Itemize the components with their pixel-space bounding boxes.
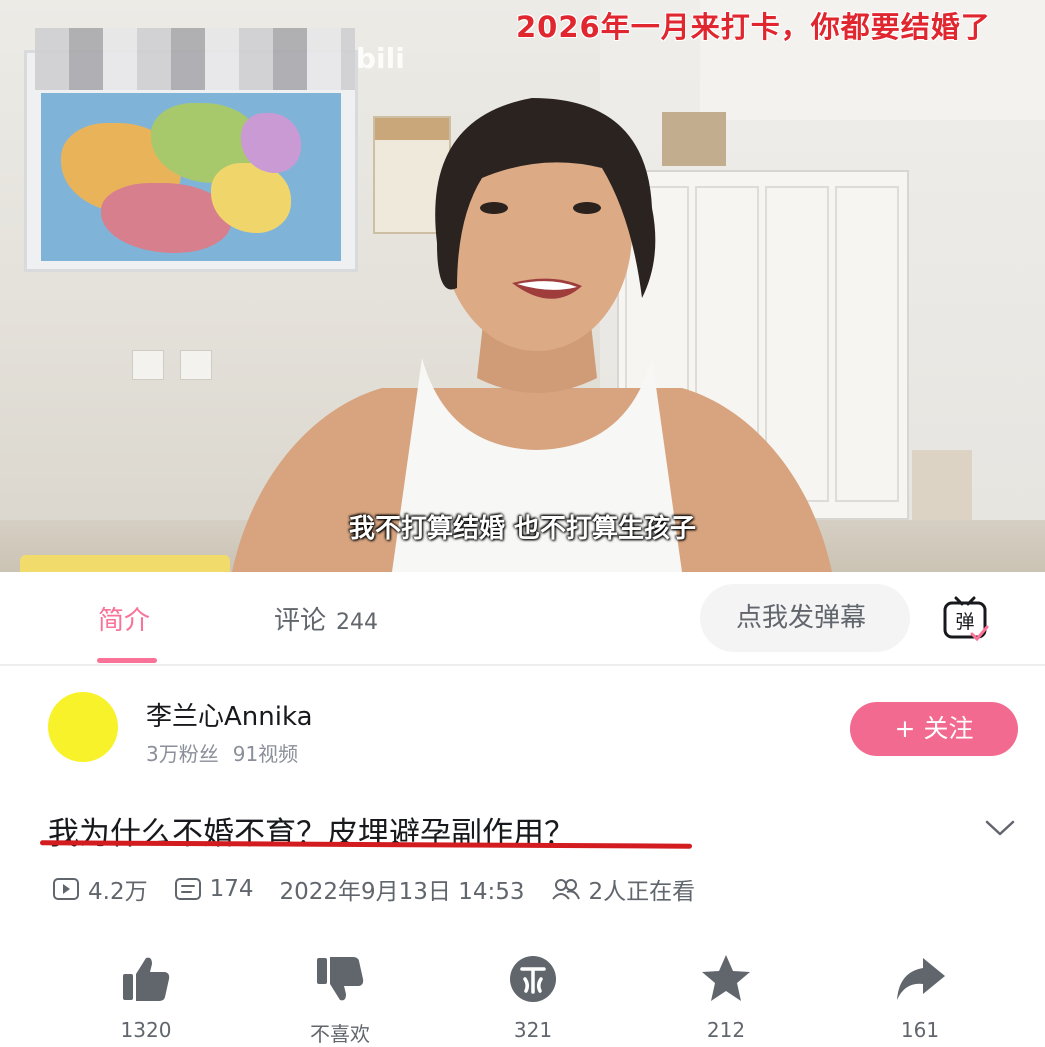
active-tab-indicator: [97, 658, 157, 663]
share-arrow-icon: [897, 958, 945, 1000]
like-count: 1320: [120, 1018, 172, 1042]
tab-intro[interactable]: 简介: [98, 600, 150, 637]
like-button[interactable]: 1320: [86, 952, 206, 1042]
tab-comments[interactable]: 评论 244: [274, 600, 378, 637]
comment-count: 244: [336, 610, 379, 635]
wall-outlet: [180, 350, 212, 380]
favorite-button[interactable]: 212: [666, 952, 786, 1042]
watching-count: 2人正在看: [588, 879, 696, 905]
dislike-label: 不喜欢: [310, 1022, 370, 1046]
star-icon: [702, 955, 750, 1001]
coin-count: 321: [513, 1018, 553, 1042]
danmaku-toggle-icon[interactable]: 弹: [942, 596, 990, 642]
video-count: 91视频: [232, 742, 299, 766]
danmaku-input[interactable]: 点我发弹幕: [700, 584, 910, 652]
fan-count: 3万粉丝: [146, 742, 219, 766]
wall-outlet: [132, 350, 164, 380]
avatar[interactable]: [48, 692, 118, 762]
video-player[interactable]: bili 2026年一月来打卡，你都要结婚了 我不打算结婚 也不打算生孩子: [0, 0, 1045, 572]
danmaku-count: 174: [209, 876, 254, 902]
yellow-object: [20, 555, 230, 572]
speaker-figure: [232, 98, 832, 572]
publish-date: 2022年9月13日 14:53: [279, 879, 525, 905]
danmaku-toggle-glyph: 弹: [955, 611, 974, 633]
tab-intro-label: 简介: [98, 606, 151, 636]
video-meta: 4.2万 174 2022年9月13日 14:53 2人正在看: [52, 872, 695, 906]
uploader-stats: 3万粉丝 91视频: [146, 738, 312, 767]
coin-button[interactable]: 321: [473, 952, 593, 1042]
favorite-count: 212: [706, 1018, 746, 1042]
view-count: 4.2万: [88, 879, 148, 905]
video-banner-text: 2026年一月来打卡，你都要结婚了: [516, 10, 991, 44]
play-count-icon: [53, 878, 79, 900]
chevron-down-icon[interactable]: [982, 816, 1018, 840]
share-count: 161: [900, 1018, 940, 1042]
thumbs-down-icon: [317, 957, 364, 1001]
watching-users-icon: [551, 879, 580, 900]
tab-bar: 简介 评论 244 点我发弹幕 弹: [0, 572, 1045, 666]
share-button[interactable]: 161: [860, 952, 980, 1042]
dislike-button[interactable]: 不喜欢: [280, 952, 400, 1047]
video-subtitle: 我不打算结婚 也不打算生孩子: [348, 514, 697, 544]
follow-button[interactable]: + 关注: [850, 702, 1018, 756]
thumbs-up-icon: [123, 957, 170, 1001]
danmaku-count-icon: [174, 878, 201, 900]
coin-icon: [510, 956, 556, 1002]
uploader-name[interactable]: 李兰心Annika: [146, 696, 313, 733]
tab-comments-label: 评论: [274, 606, 327, 636]
